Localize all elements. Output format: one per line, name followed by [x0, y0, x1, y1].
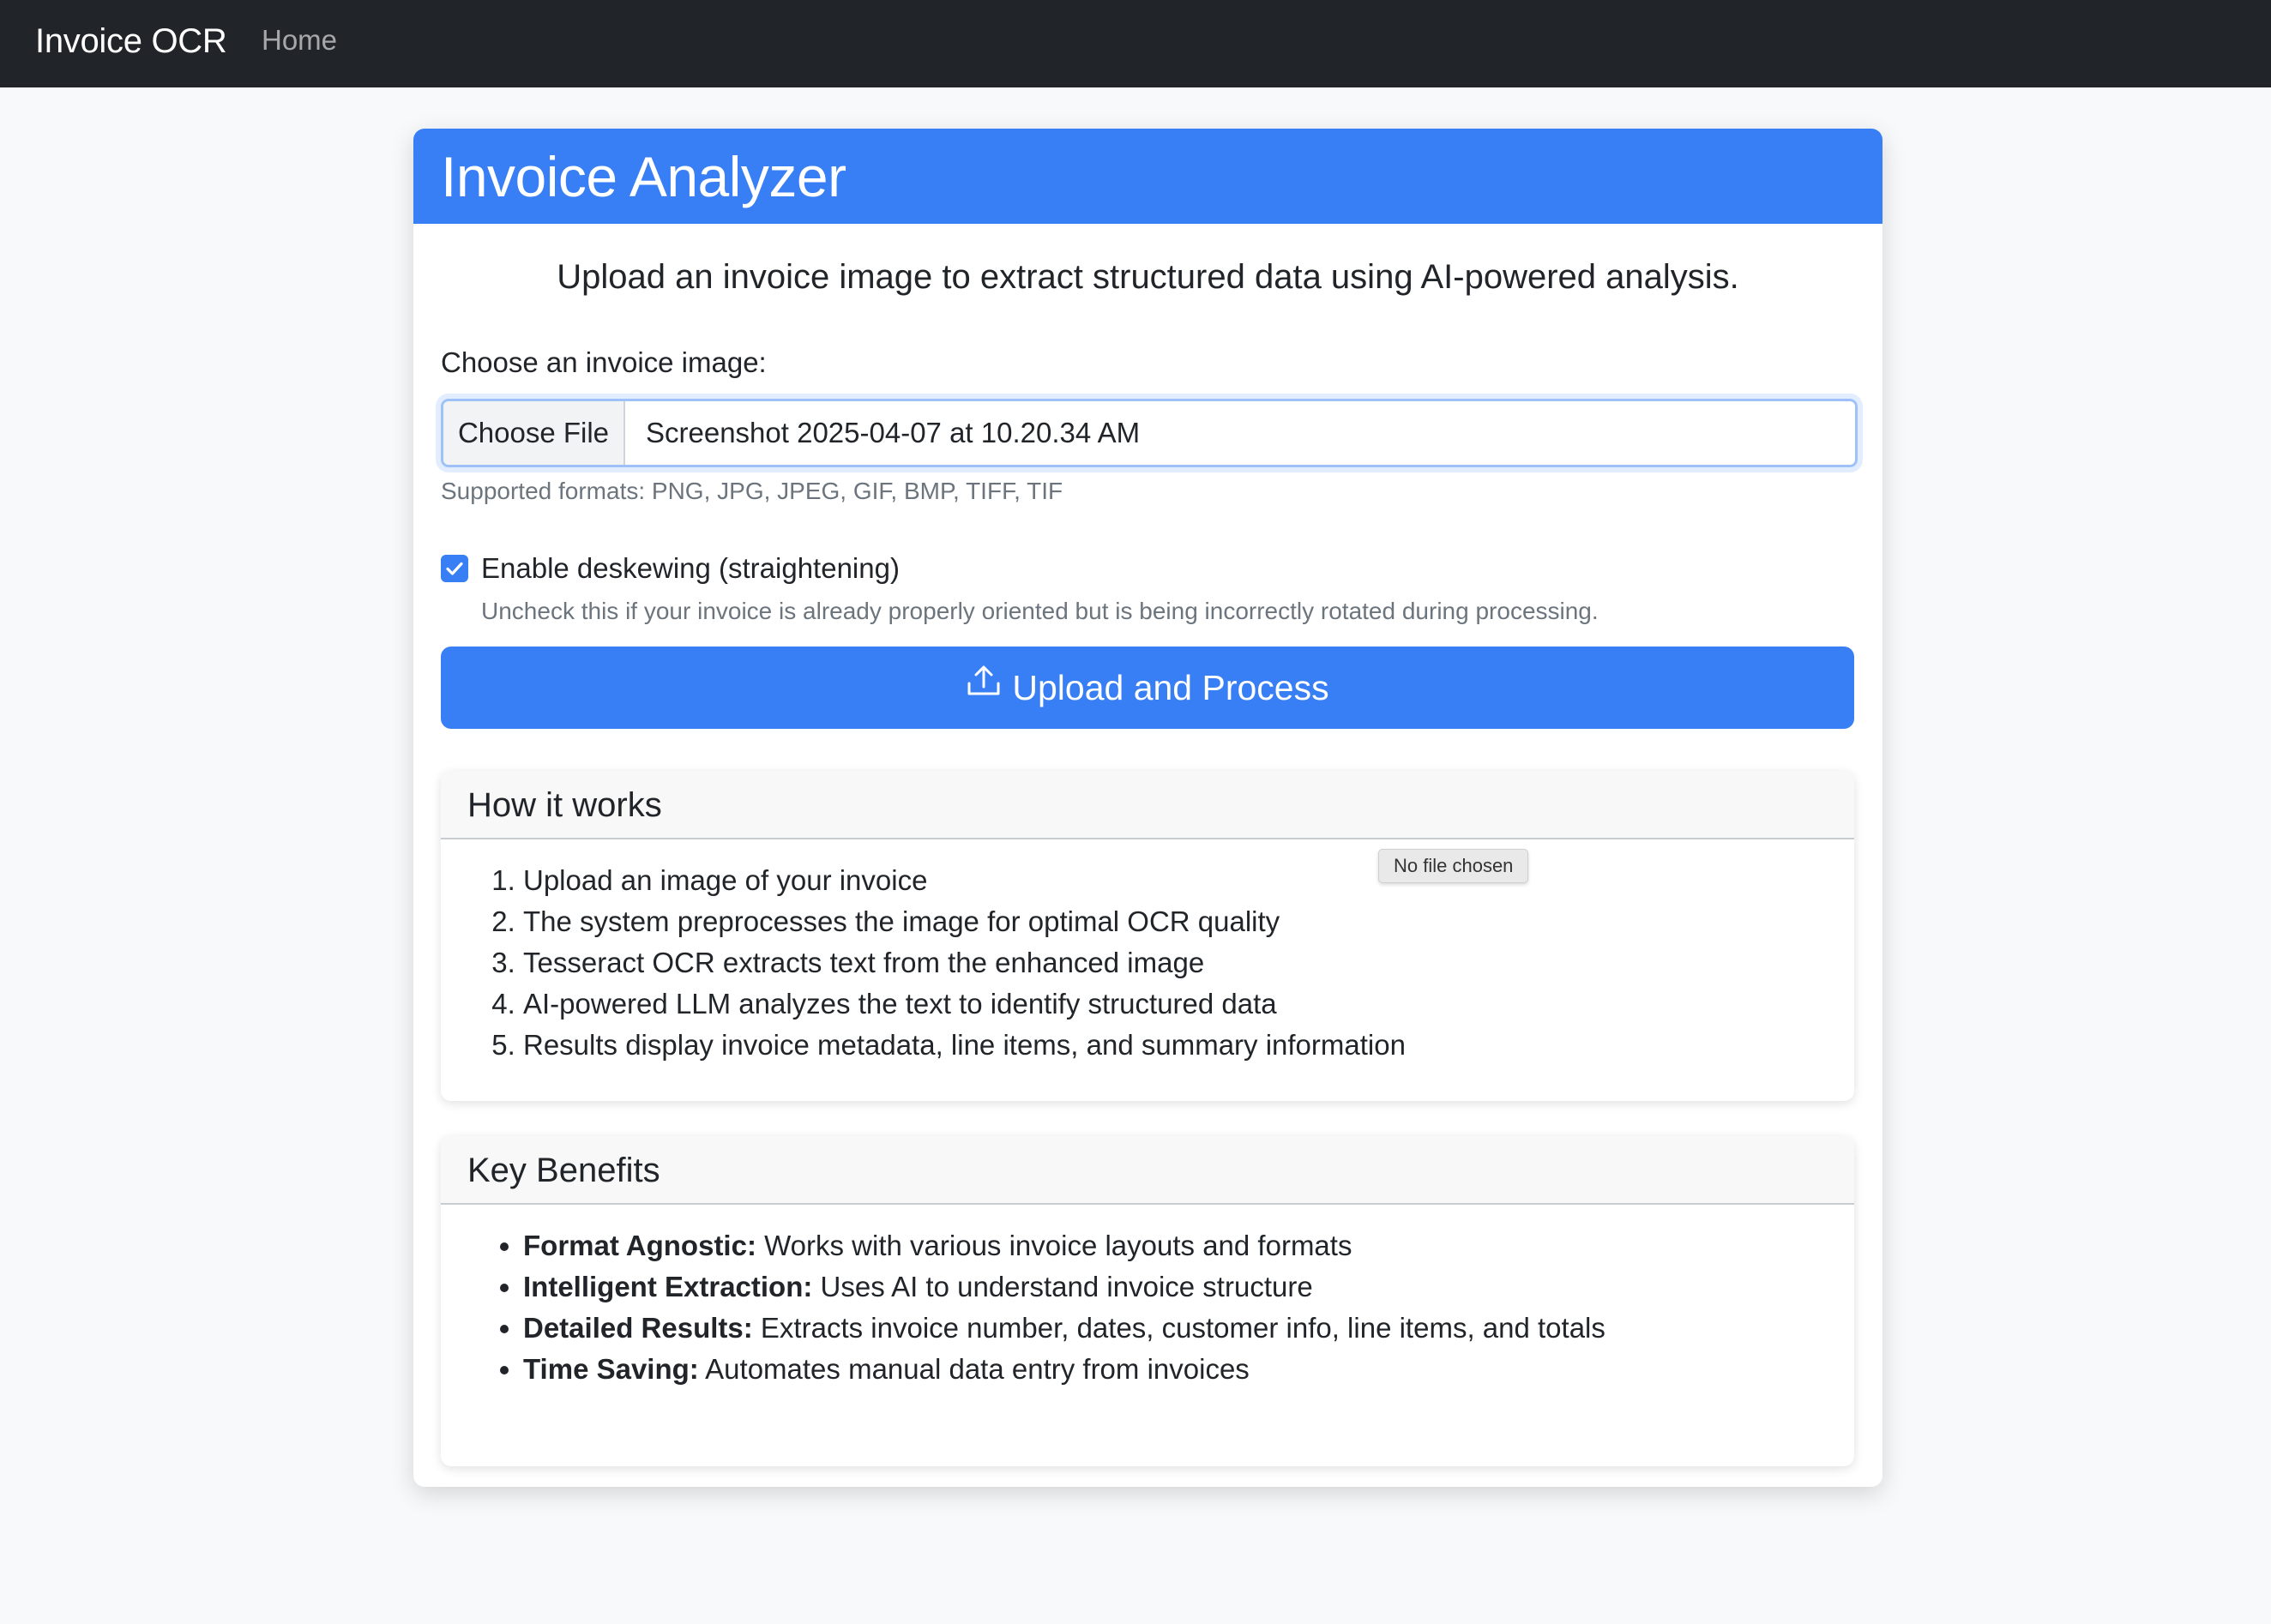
- nav-link-home[interactable]: Home: [262, 21, 337, 60]
- list-item: Format Agnostic: Works with various invo…: [523, 1225, 1605, 1266]
- how-it-works-header: How it works: [441, 771, 1854, 839]
- benefits-list: Format Agnostic: Works with various invo…: [441, 1225, 1605, 1390]
- benefit-text: Extracts invoice number, dates, customer…: [760, 1312, 1605, 1344]
- list-item: Time Saving: Automates manual data entry…: [523, 1349, 1605, 1390]
- benefit-term: Time Saving:: [523, 1353, 699, 1385]
- key-benefits-card: Key Benefits Format Agnostic: Works with…: [441, 1136, 1854, 1466]
- list-item: Detailed Results: Extracts invoice numbe…: [523, 1308, 1605, 1349]
- supported-formats-text: Supported formats: PNG, JPG, JPEG, GIF, …: [441, 478, 1063, 504]
- benefit-text: Automates manual data entry from invoice…: [705, 1353, 1250, 1385]
- checkmark-icon: [446, 562, 463, 575]
- list-item: Intelligent Extraction: Uses AI to under…: [523, 1266, 1605, 1308]
- invoice-analyzer-card: Invoice Analyzer Upload an invoice image…: [413, 129, 1882, 1487]
- navbar: Invoice OCR Home: [0, 0, 2271, 87]
- key-benefits-header: Key Benefits: [441, 1136, 1854, 1205]
- key-benefits-title: Key Benefits: [467, 1152, 660, 1189]
- deskew-help-text: Uncheck this if your invoice is already …: [481, 598, 1599, 624]
- page-title: Invoice Analyzer: [441, 145, 846, 208]
- selected-file-name[interactable]: Screenshot 2025-04-07 at 10.20.34 AM: [625, 401, 1140, 465]
- choose-file-button[interactable]: Choose File: [443, 401, 625, 465]
- navbar-brand[interactable]: Invoice OCR: [35, 17, 227, 65]
- deskew-label[interactable]: Enable deskewing (straightening): [481, 549, 900, 588]
- file-input-tooltip: No file chosen: [1378, 849, 1529, 883]
- list-item: Upload an image of your invoice: [523, 860, 1406, 901]
- list-item: AI-powered LLM analyzes the text to iden…: [523, 983, 1406, 1025]
- benefit-text: Uses AI to understand invoice structure: [820, 1271, 1313, 1302]
- benefit-text: Works with various invoice layouts and f…: [764, 1230, 1352, 1261]
- benefit-term: Intelligent Extraction:: [523, 1271, 813, 1302]
- steps-list: Upload an image of your invoice The syst…: [441, 860, 1406, 1066]
- lead-text: Upload an invoice image to extract struc…: [557, 258, 1739, 296]
- list-item: The system preprocesses the image for op…: [523, 901, 1406, 942]
- card-header: Invoice Analyzer: [413, 129, 1882, 224]
- deskew-checkbox[interactable]: [441, 555, 468, 582]
- file-input-label: Choose an invoice image:: [441, 346, 767, 378]
- file-input[interactable]: Choose File Screenshot 2025-04-07 at 10.…: [441, 399, 1858, 467]
- how-it-works-card: How it works Upload an image of your inv…: [441, 771, 1854, 1101]
- benefit-term: Format Agnostic:: [523, 1230, 756, 1261]
- upload-and-process-label: Upload and Process: [1012, 668, 1329, 707]
- benefit-term: Detailed Results:: [523, 1312, 753, 1344]
- how-it-works-title: How it works: [467, 786, 662, 824]
- list-item: Tesseract OCR extracts text from the enh…: [523, 942, 1406, 983]
- upload-and-process-button[interactable]: Upload and Process: [441, 647, 1854, 729]
- list-item: Results display invoice metadata, line i…: [523, 1025, 1406, 1066]
- upload-icon: [966, 646, 1002, 728]
